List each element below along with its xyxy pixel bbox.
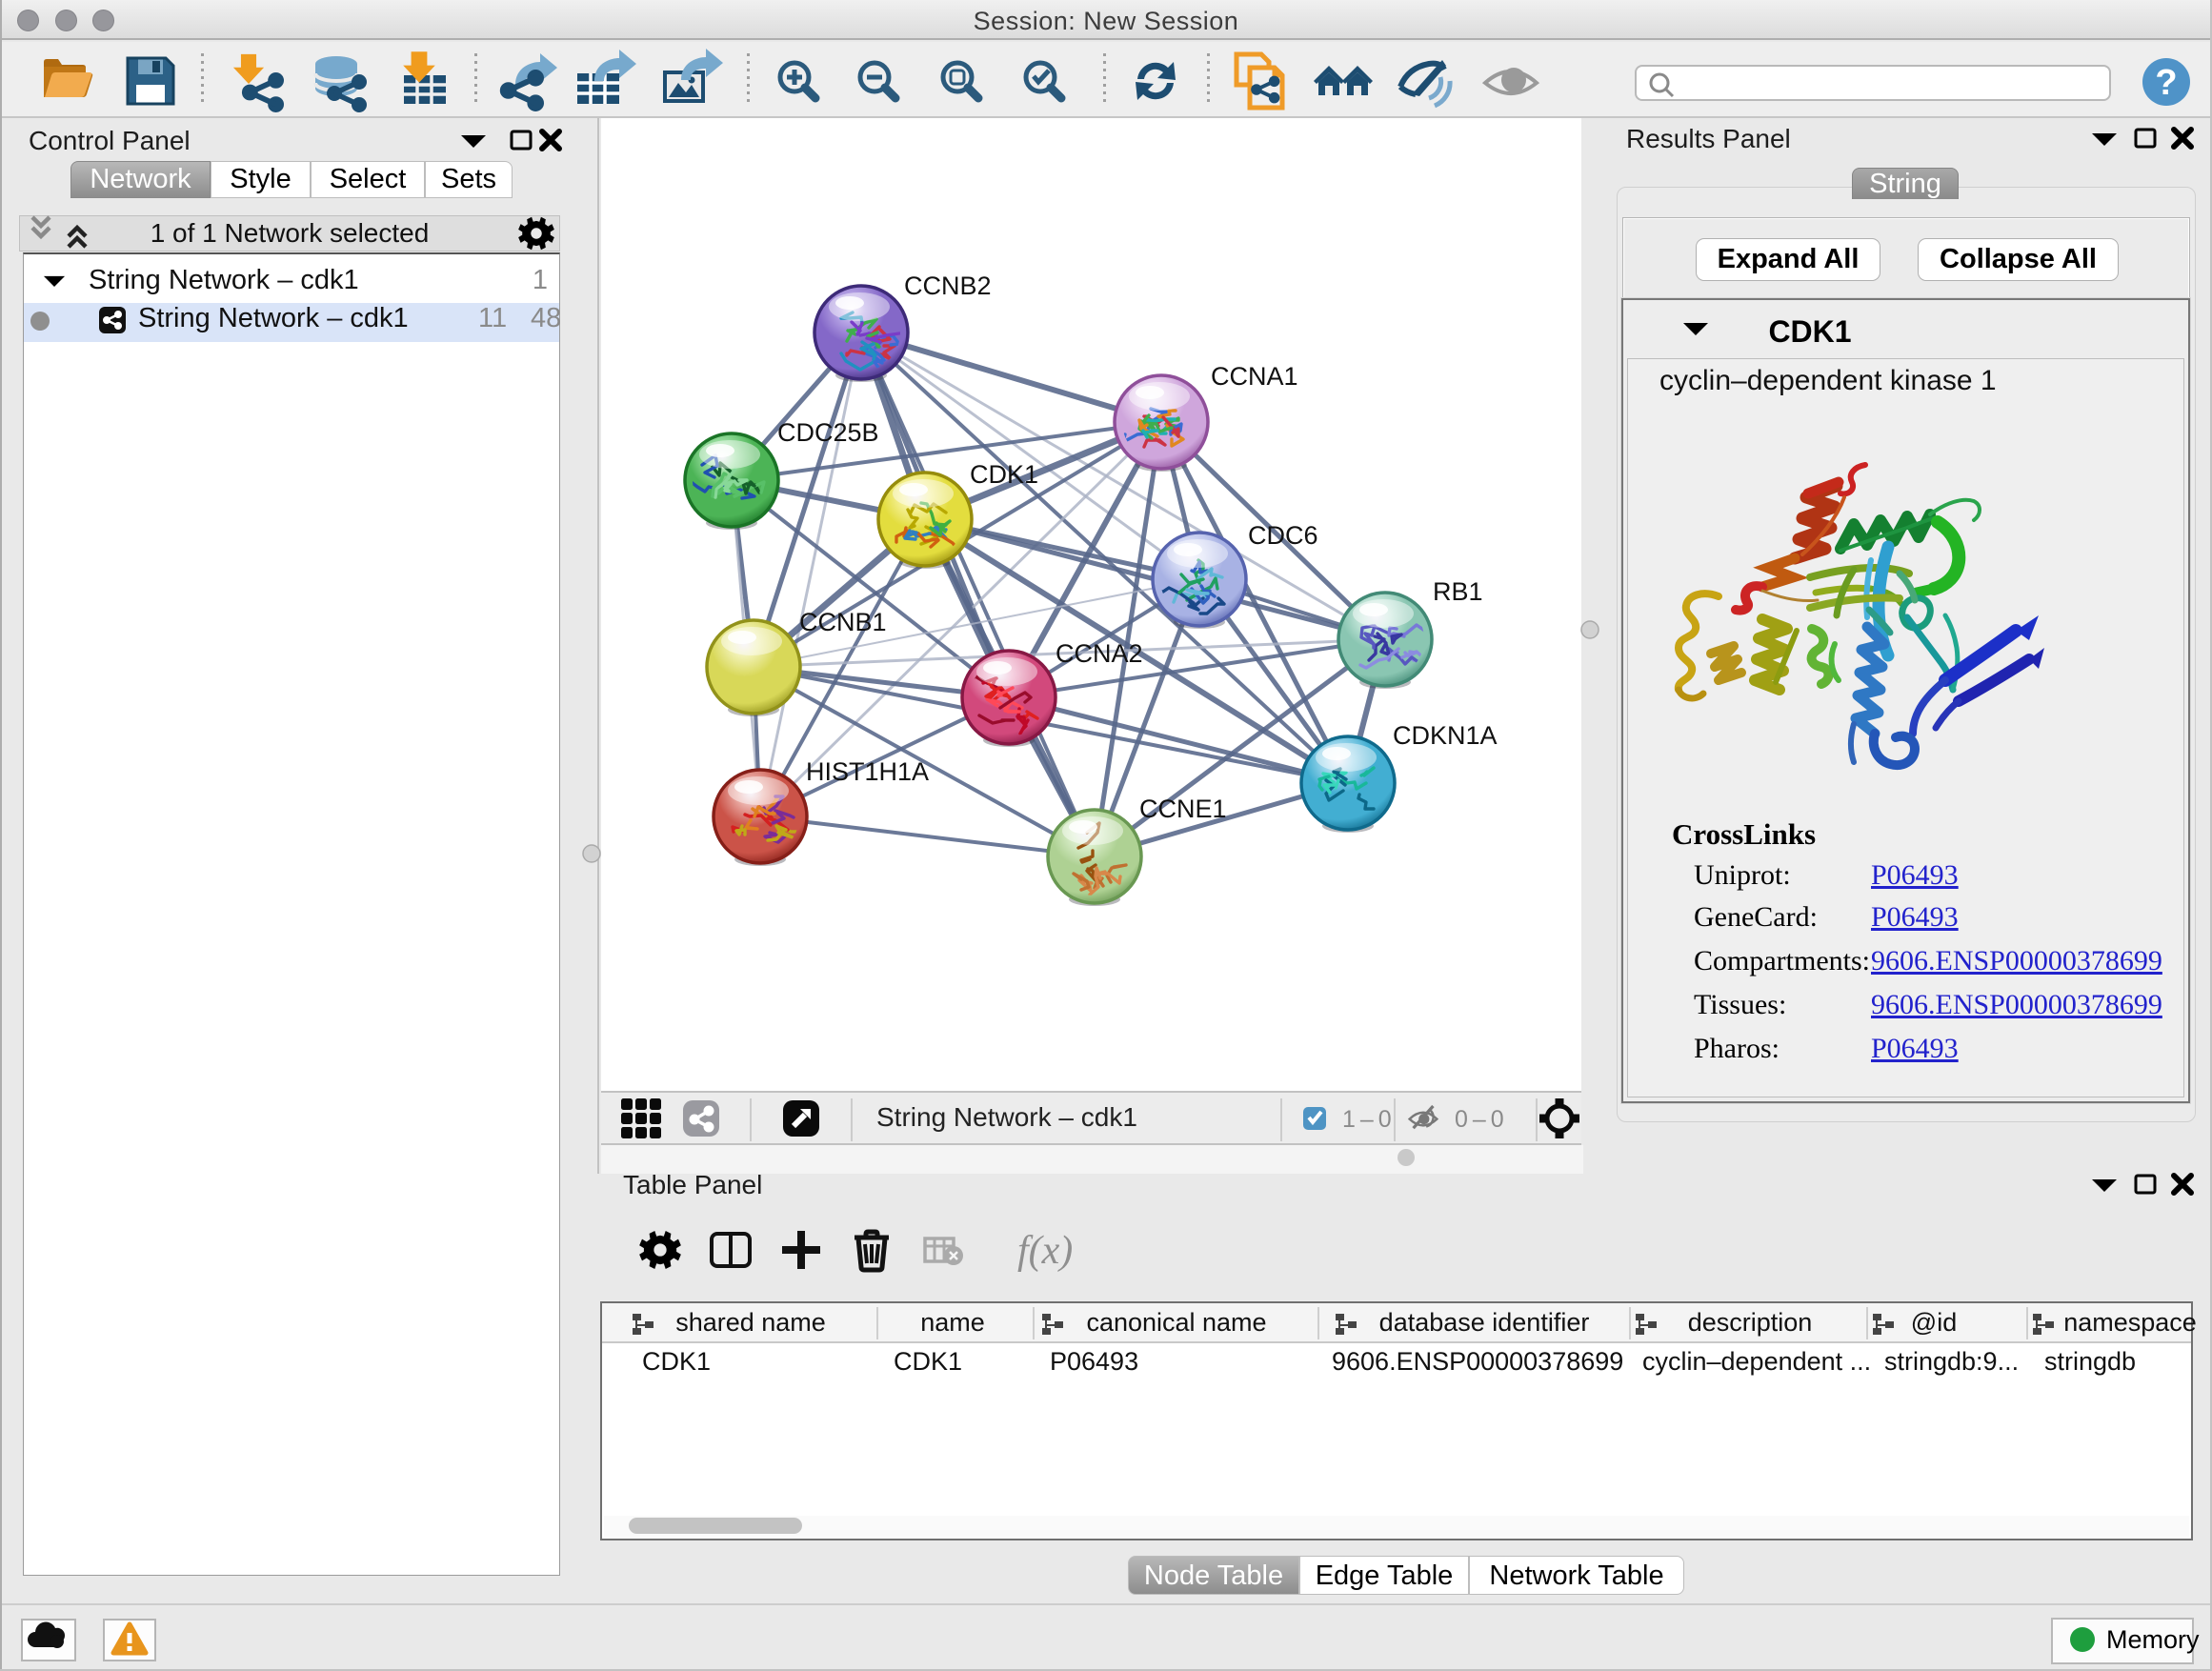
- svg-text:CDC25B: CDC25B: [777, 418, 879, 447]
- svg-text:CCNB2: CCNB2: [904, 272, 992, 300]
- svg-text:CCNA1: CCNA1: [1211, 362, 1298, 391]
- svg-text:CDKN1A: CDKN1A: [1393, 721, 1498, 750]
- svg-text:RB1: RB1: [1433, 577, 1483, 606]
- svg-text:?: ?: [2155, 63, 2177, 103]
- svg-text:CCNA2: CCNA2: [1056, 639, 1143, 668]
- svg-text:CCNB1: CCNB1: [799, 608, 887, 636]
- svg-text:f(x): f(x): [1017, 1229, 1073, 1273]
- svg-text:CDC6: CDC6: [1248, 521, 1318, 550]
- svg-text:HIST1H1A: HIST1H1A: [806, 757, 929, 786]
- svg-text:CCNE1: CCNE1: [1139, 795, 1227, 823]
- svg-text:CDK1: CDK1: [970, 460, 1038, 489]
